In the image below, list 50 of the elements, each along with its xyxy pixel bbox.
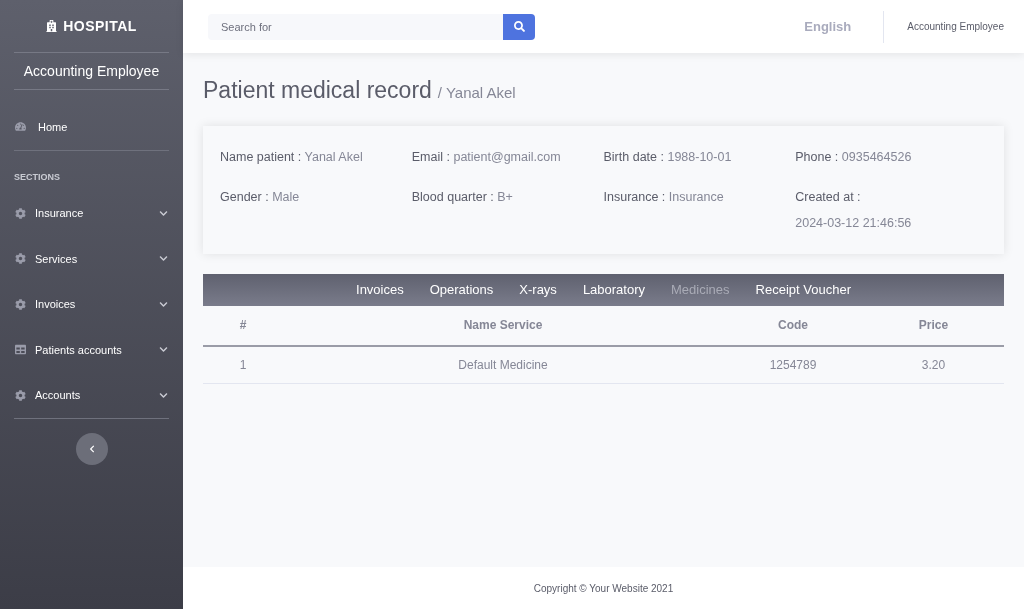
page-title: Patient medical record [203,76,432,105]
gear-icon [15,389,26,401]
info-field: Email : patient@gmail.com [411,143,604,170]
table-cell: 3.20 [863,345,1004,384]
gear-icon [15,207,26,219]
chevron-down-icon [159,390,168,400]
record-tab[interactable]: Receipt Voucher [755,279,851,300]
info-field: Phone : 0935464526 [795,143,987,170]
chevron-left-icon [87,445,96,453]
search-icon [513,21,525,32]
gauge-icon [15,121,26,133]
column-header: Price [863,305,1004,346]
chevron-down-icon [159,345,168,355]
table-cell: Default Medicine [283,345,723,384]
chevron-down-icon [159,254,168,264]
hospital-icon [46,20,58,32]
search-button[interactable] [503,13,535,40]
chevron-down-icon [159,208,168,218]
info-field: Birth date : 1988-10-01 [603,143,796,170]
record-tab[interactable]: Operations [429,279,494,300]
column-header: # [203,305,283,346]
table-icon [15,344,26,356]
page-subtitle: / Yanal Akel [437,83,516,103]
sidebar-item[interactable]: Home [0,104,183,150]
info-field: Gender : Male [220,183,412,236]
gear-icon [15,298,26,310]
section-heading: SECTIONS [14,171,60,182]
table-cell: 1254789 [723,345,863,384]
info-field: Name patient : Yanal Akel [220,143,412,170]
gear-icon [15,253,26,265]
sidebar-item[interactable]: Accounts [0,372,183,418]
info-field: Blood quarter : B+ [411,183,604,236]
record-tab[interactable]: Laboratory [582,279,646,300]
user-name[interactable]: Accounting Employee [907,19,1004,34]
sidebar-item[interactable]: Insurance [0,190,183,236]
search-field[interactable]: Search for [208,13,503,40]
sidebar-item[interactable]: Services [0,236,183,282]
record-tab[interactable]: X-rays [519,279,557,300]
brand-name[interactable]: HOSPITAL [63,15,137,37]
table-cell: 1 [203,345,283,384]
sidebar-user: Accounting Employee [23,61,160,81]
sidebar-item[interactable]: Invoices [0,281,183,327]
sidebar-item[interactable]: Patients accounts [0,327,183,373]
chevron-down-icon [159,299,168,309]
column-header: Code [723,305,863,346]
column-header: Name Service [283,305,723,346]
info-field: Created at : 2024-03-12 21:46:56 [795,183,987,236]
record-tab[interactable]: Invoices [356,279,404,300]
info-field: Insurance : Insurance [603,183,796,236]
copyright-text: Copyright © Your Website 2021 [533,581,674,596]
